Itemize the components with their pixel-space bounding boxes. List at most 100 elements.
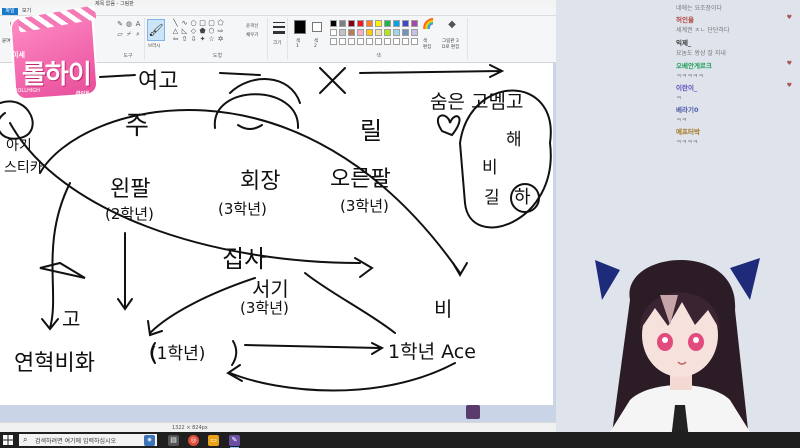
stroke-right-diag [304,272,396,334]
pentagon-shape-icon[interactable]: ⬟ [198,28,207,35]
palette-swatch[interactable] [402,20,409,27]
right-triangle-shape-icon[interactable]: ◺ [180,28,189,35]
palette-swatch[interactable] [402,38,409,45]
star-five-shape-icon[interactable]: ☆ [207,36,216,43]
arrow-up-shape-icon[interactable]: ⇧ [180,36,189,43]
text-left-grade: (2학년) [105,205,154,223]
palette-swatch[interactable] [393,20,400,27]
arrow-down-shape-icon[interactable]: ⇩ [189,36,198,43]
palette-swatch[interactable] [411,20,418,27]
palette-swatch[interactable] [348,38,355,45]
polygon-shape-icon[interactable]: ⬠ [216,20,225,27]
text-ha: 하 [514,187,531,208]
arrow-left-shape-icon[interactable]: ⇦ [171,36,180,43]
fill-bucket-icon[interactable]: ◍ [125,20,133,28]
status-bar: 1322 × 824px [0,422,556,432]
logo-bottom-right: 라이트 [76,91,90,97]
color1-label: 색 1 [296,39,301,49]
text-agi: 아기 [6,138,32,154]
diamond-shape-icon[interactable]: ◇ [189,28,198,35]
brush-button[interactable]: 🖌 [147,19,165,41]
palette-swatch[interactable] [384,29,391,36]
tools-group-label: 도구 [123,53,133,59]
file-explorer-icon[interactable]: ▤ [168,435,179,446]
palette-swatch[interactable] [339,38,346,45]
stroke-top-arrow [359,64,505,78]
stroke-down-arrow-1 [117,232,133,311]
palette-swatch[interactable] [330,38,337,45]
chat-text: ㅋ [676,95,682,102]
palette-swatch[interactable] [411,38,418,45]
color2-swatch[interactable] [312,22,322,32]
chat-top-text: 네에는 요조장이다 [676,5,723,12]
palette-swatch[interactable] [375,20,382,27]
palette-swatch[interactable] [366,38,373,45]
fill-label[interactable]: 채우기 [246,32,258,38]
taskbar-search[interactable]: ⌕ 검색하려면 여기에 입력하십시오 [19,434,157,446]
chat-message: 허인율 세계권 ㅈㄴ 단단하다 ♥ [676,14,796,34]
palette-swatch[interactable] [357,29,364,36]
text-president: 회장 [240,169,281,194]
palette-swatch[interactable] [384,20,391,27]
outline-label[interactable]: 윤곽선 [246,23,258,29]
palette-swatch[interactable] [357,38,364,45]
text-right-arm: 오른팔 [330,167,391,192]
rounded-rect-shape-icon[interactable]: ▢ [207,20,216,27]
windows-start-icon[interactable] [3,435,13,445]
palette-swatch[interactable] [366,20,373,27]
star-six-shape-icon[interactable]: ✡ [216,36,225,43]
paint3d-icon[interactable]: ◆ [448,20,456,30]
taskbar-app-icon[interactable]: ◉ [144,435,155,446]
folder-icon[interactable]: ▭ [208,435,219,446]
taskbar: ⌕ 검색하려면 여기에 입력하십시오 ◉ ▤ ◎ ▭ ✎ [0,432,800,448]
palette-swatch[interactable] [348,20,355,27]
star-four-shape-icon[interactable]: ✦ [198,36,207,43]
color-picker-icon[interactable]: ⌿ [125,30,133,38]
text-pres-grade: (3학년) [218,200,267,218]
paint3d-label[interactable]: 그림판 3 D로 편집 [442,38,459,50]
chat-name: 허인율 [676,16,694,24]
magnifier-icon[interactable]: ⌕ [134,30,142,38]
edit-colors-label[interactable]: 색 편집 [423,38,431,50]
palette-swatch[interactable] [384,38,391,45]
palette-swatch[interactable] [357,20,364,27]
paint-taskbar-icon[interactable]: ✎ [229,435,240,448]
text-left-arm: 왼팔 [110,177,151,202]
palette-swatch[interactable] [366,29,373,36]
stroke-diag-arrow [147,277,256,337]
palette-swatch[interactable] [393,38,400,45]
triangle-shape-icon[interactable]: △ [171,28,180,35]
paint3d-group: ◆ 그림판 3 D로 편집 [442,18,466,59]
stroke-return-arrow [226,362,456,392]
vtuber-avatar [595,258,760,448]
chat-name: 에프터박 [676,128,700,136]
palette-swatch[interactable] [375,29,382,36]
stroke-mouth [237,124,263,130]
canvas-dimensions: 1322 × 824px [172,425,208,431]
palette-swatch[interactable] [411,29,418,36]
chat-text: ㅋㅋㅋㅋ [676,139,699,146]
arrow-right-shape-icon[interactable]: ⇨ [216,28,225,35]
eraser-icon[interactable]: ▱ [116,30,124,38]
color1-swatch[interactable] [294,20,306,34]
chrome-icon[interactable]: ◎ [188,435,199,446]
palette-swatch[interactable] [375,38,382,45]
palette-swatch[interactable] [348,29,355,36]
curve-shape-icon[interactable]: ∿ [180,20,189,27]
edit-colors-icon[interactable]: 🌈 [422,20,434,30]
text-li: 릴 [360,117,383,145]
palette-swatch[interactable] [393,29,400,36]
pencil-icon[interactable]: ✎ [116,20,124,28]
palette-swatch[interactable] [339,29,346,36]
palette-swatch[interactable] [330,20,337,27]
drawing-canvas[interactable]: 여고 주 릴 아기 스티카 왼팔 (2학년) 회장 (3학년) 오른팔 (3학년… [0,63,553,405]
palette-swatch[interactable] [339,20,346,27]
text-icon[interactable]: A [134,20,142,28]
palette-swatch[interactable] [402,29,409,36]
size-label[interactable]: 크기 [273,40,281,46]
line-shape-icon[interactable]: ╲ [171,20,180,27]
hexagon-shape-icon[interactable]: ⬡ [207,28,216,35]
palette-swatch[interactable] [330,29,337,36]
oval-shape-icon[interactable]: ○ [189,20,198,27]
rectangle-shape-icon[interactable]: □ [198,20,207,27]
